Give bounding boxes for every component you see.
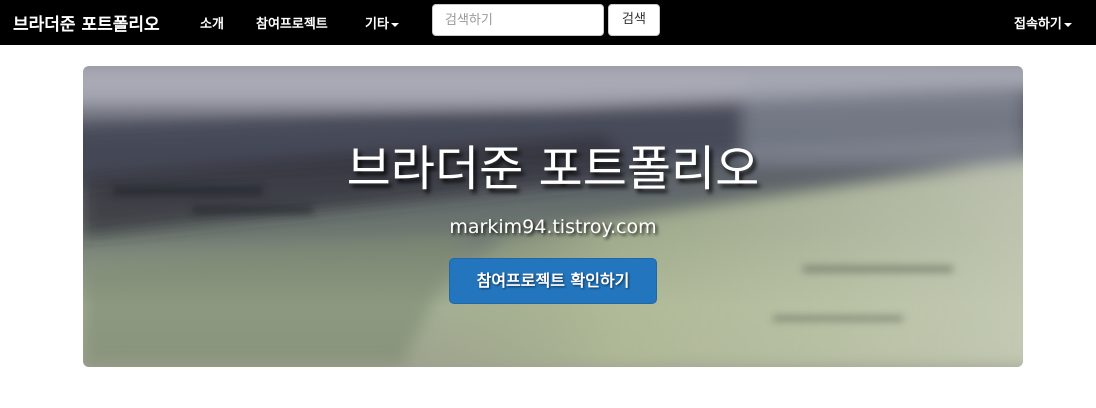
nav-dropdown-account-label: 접속하기 — [1014, 17, 1062, 32]
nav-link-projects[interactable]: 참여프로젝트 — [256, 13, 328, 32]
hero-subtitle: markim94.tistroy.com — [449, 216, 657, 238]
nav-dropdown-account[interactable]: 접속하기 — [1014, 13, 1072, 32]
search-button[interactable]: 검색 — [608, 4, 660, 36]
hero-jumbotron: 브라더준 포트폴리오 markim94.tistroy.com 참여프로젝트 확… — [83, 66, 1023, 367]
caret-down-icon — [1063, 22, 1072, 27]
caret-down-icon — [390, 22, 399, 27]
nav-link-intro[interactable]: 소개 — [200, 13, 224, 32]
view-projects-button[interactable]: 참여프로젝트 확인하기 — [449, 258, 657, 304]
top-navbar: 브라더준 포트폴리오 소개 참여프로젝트 기타 검색 접속하기 — [0, 0, 1096, 45]
nav-dropdown-etc[interactable]: 기타 — [365, 13, 399, 32]
brand-link[interactable]: 브라더준 포트폴리오 — [13, 10, 160, 35]
nav-dropdown-etc-label: 기타 — [365, 17, 389, 32]
hero-title: 브라더준 포트폴리오 — [346, 141, 760, 197]
search-input[interactable] — [432, 4, 604, 36]
